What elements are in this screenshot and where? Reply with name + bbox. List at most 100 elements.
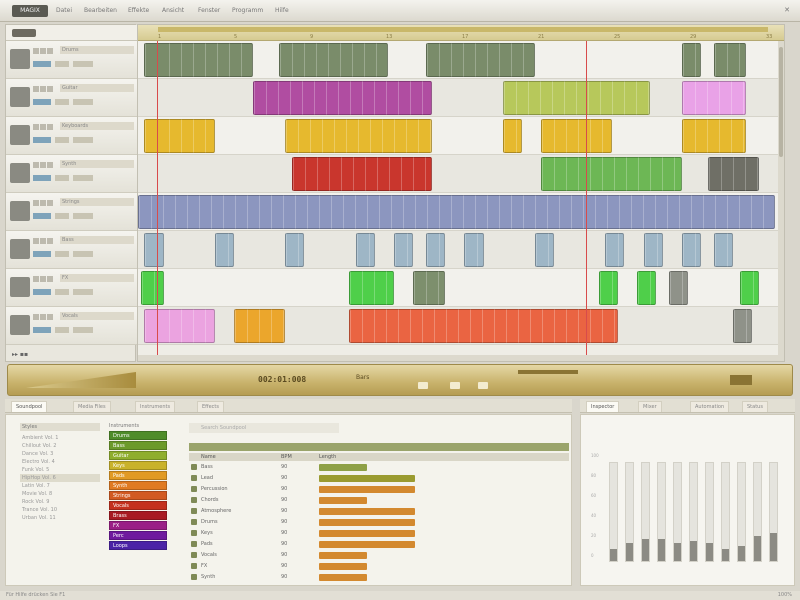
audio-clip[interactable]	[534, 233, 554, 267]
instrument-swatch[interactable]: Loops	[109, 541, 167, 550]
track-buttons[interactable]	[33, 276, 57, 283]
track-lane[interactable]	[138, 79, 784, 117]
mute-button[interactable]	[33, 86, 39, 92]
track-lane[interactable]	[138, 231, 784, 269]
track-toolbar-button[interactable]	[12, 29, 36, 37]
search-input[interactable]: Search Soundpool	[189, 423, 339, 433]
style-item[interactable]: Chillout Vol. 2	[20, 442, 100, 450]
track-controls[interactable]	[33, 137, 133, 143]
audio-clip[interactable]	[144, 233, 164, 267]
style-item[interactable]: Ambient Vol. 1	[20, 434, 100, 442]
solo-button[interactable]	[40, 162, 46, 168]
column-header[interactable]: Length	[319, 454, 336, 460]
track-header[interactable]: Guitar	[6, 79, 137, 117]
instrument-swatch[interactable]: Pads	[109, 471, 167, 480]
audio-clip[interactable]	[502, 81, 650, 115]
track-header[interactable]: Drums	[6, 41, 137, 79]
audio-clip[interactable]	[682, 43, 702, 77]
playhead-line[interactable]	[157, 41, 159, 361]
track-header[interactable]: Strings	[6, 193, 137, 231]
close-icon[interactable]: ✕	[784, 6, 790, 14]
instrument-swatch[interactable]: Drums	[109, 431, 167, 440]
record-arm-button[interactable]	[47, 314, 53, 320]
audio-clip[interactable]	[141, 271, 164, 305]
track-fx-slot[interactable]	[73, 251, 93, 257]
list-item[interactable]: Bass 90	[189, 463, 569, 472]
volume-meter[interactable]	[33, 213, 51, 219]
track-buttons[interactable]	[33, 314, 57, 321]
track-fx-slot[interactable]	[73, 137, 93, 143]
audio-clip[interactable]	[502, 119, 522, 153]
track-name[interactable]: Keyboards	[60, 122, 134, 130]
track-header[interactable]: Synth	[6, 155, 137, 193]
tab[interactable]: Inspector	[586, 401, 620, 412]
vertical-scrollbar[interactable]	[778, 41, 784, 357]
style-item[interactable]: Rock Vol. 9	[20, 498, 100, 506]
track-name[interactable]: Bass	[60, 236, 134, 244]
instrument-swatch[interactable]: Guitar	[109, 451, 167, 460]
record-arm-button[interactable]	[47, 124, 53, 130]
solo-button[interactable]	[40, 276, 46, 282]
audio-clip[interactable]	[349, 309, 618, 343]
list-item[interactable]: FX 90	[189, 562, 569, 571]
pan-control[interactable]	[55, 289, 69, 295]
track-fx-slot[interactable]	[73, 175, 93, 181]
track-lane[interactable]	[138, 117, 784, 155]
audio-clip[interactable]	[643, 233, 663, 267]
audio-clip[interactable]	[541, 157, 682, 191]
audio-clip[interactable]	[291, 157, 433, 191]
timeline-ruler[interactable]: 1 5 9 13 17 21 25 29 33	[138, 25, 784, 41]
audio-clip[interactable]	[739, 271, 759, 305]
track-lane[interactable]	[138, 41, 784, 79]
column-header[interactable]: BPM	[281, 454, 292, 460]
audio-clip[interactable]	[733, 309, 753, 343]
style-item[interactable]: Funk Vol. 5	[20, 466, 100, 474]
style-item[interactable]: Dance Vol. 3	[20, 450, 100, 458]
pan-control[interactable]	[55, 61, 69, 67]
style-item[interactable]: Electro Vol. 4	[20, 458, 100, 466]
track-buttons[interactable]	[33, 86, 57, 93]
mute-button[interactable]	[33, 238, 39, 244]
mute-button[interactable]	[33, 124, 39, 130]
pan-control[interactable]	[55, 327, 69, 333]
style-item[interactable]: Urban Vol. 11	[20, 514, 100, 522]
audio-clip[interactable]	[144, 119, 215, 153]
tab[interactable]: Media Files	[73, 401, 111, 412]
zoom-level[interactable]: 100%	[778, 591, 792, 600]
style-item[interactable]: Latin Vol. 7	[20, 482, 100, 490]
track-lane[interactable]	[138, 269, 784, 307]
tab[interactable]: Effects	[197, 401, 224, 412]
scroll-thumb[interactable]	[779, 47, 783, 157]
audio-clip[interactable]	[144, 309, 215, 343]
list-item[interactable]: Lead 90	[189, 474, 569, 483]
mute-button[interactable]	[33, 200, 39, 206]
track-lane[interactable]	[138, 193, 784, 231]
arrange-view[interactable]: 1 5 9 13 17 21 25 29 33	[137, 24, 785, 362]
track-header[interactable]: Bass	[6, 231, 137, 269]
audio-clip[interactable]	[214, 233, 234, 267]
track-name[interactable]: Guitar	[60, 84, 134, 92]
play-button[interactable]	[450, 382, 460, 389]
track-name[interactable]: FX	[60, 274, 134, 282]
track-controls[interactable]	[33, 251, 133, 257]
track-name[interactable]: Synth	[60, 160, 134, 168]
pan-control[interactable]	[55, 213, 69, 219]
audio-clip[interactable]	[598, 271, 618, 305]
instrument-swatch[interactable]: Bass	[109, 441, 167, 450]
audio-clip[interactable]	[714, 43, 746, 77]
list-item[interactable]: Pads 90	[189, 540, 569, 549]
track-name[interactable]: Drums	[60, 46, 134, 54]
track-fx-slot[interactable]	[73, 213, 93, 219]
audio-clip[interactable]	[278, 43, 388, 77]
audio-clip[interactable]	[682, 119, 746, 153]
track-buttons[interactable]	[33, 48, 57, 55]
record-arm-button[interactable]	[47, 238, 53, 244]
volume-meter[interactable]	[33, 61, 51, 67]
mute-button[interactable]	[33, 276, 39, 282]
mute-button[interactable]	[33, 314, 39, 320]
instrument-swatch[interactable]: Synth	[109, 481, 167, 490]
track-lane[interactable]	[138, 155, 784, 193]
track-buttons[interactable]	[33, 162, 57, 169]
audio-clip[interactable]	[637, 271, 657, 305]
track-fx-slot[interactable]	[73, 99, 93, 105]
